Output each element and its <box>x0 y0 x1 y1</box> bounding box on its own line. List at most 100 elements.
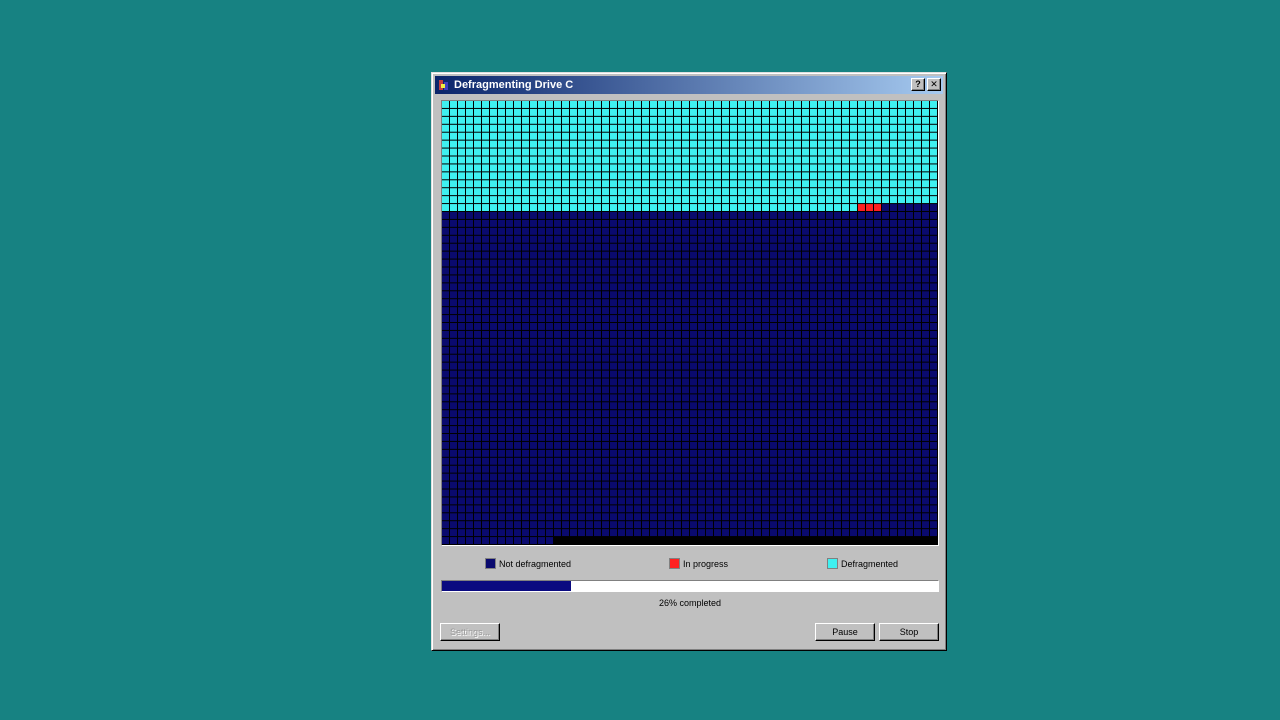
cluster-cell <box>522 497 529 505</box>
cluster-cell <box>698 156 705 164</box>
cluster-cell <box>898 219 905 227</box>
cluster-cell <box>554 275 561 283</box>
cluster-cell <box>850 362 857 370</box>
cluster-cell <box>786 148 793 156</box>
cluster-cell <box>682 243 689 251</box>
cluster-cell <box>450 449 457 457</box>
cluster-cell <box>930 489 937 497</box>
cluster-cell <box>474 521 481 529</box>
cluster-cell <box>682 330 689 338</box>
cluster-cell <box>922 537 929 544</box>
cluster-cell <box>498 338 505 346</box>
cluster-cell <box>562 124 569 132</box>
cluster-cell <box>538 196 545 204</box>
cluster-cell <box>578 267 585 275</box>
cluster-cell <box>682 354 689 362</box>
cluster-cell <box>746 378 753 386</box>
cluster-cell <box>450 465 457 473</box>
cluster-cell <box>506 537 513 544</box>
cluster-cell <box>442 227 449 235</box>
close-button[interactable]: ✕ <box>927 78 941 91</box>
cluster-cell <box>810 299 817 307</box>
cluster-cell <box>442 465 449 473</box>
cluster-cell <box>498 489 505 497</box>
cluster-cell <box>546 394 553 402</box>
cluster-cell <box>738 457 745 465</box>
cluster-cell <box>514 330 521 338</box>
cluster-cell <box>906 346 913 354</box>
cluster-cell <box>474 323 481 330</box>
cluster-cell <box>666 307 673 315</box>
cluster-cell <box>530 116 537 124</box>
cluster-cell <box>482 283 489 291</box>
cluster-cell <box>634 449 641 457</box>
cluster-cell <box>890 323 897 330</box>
cluster-cell <box>874 394 881 402</box>
cluster-cell <box>674 481 681 489</box>
cluster-cell <box>906 410 913 418</box>
cluster-cell <box>626 299 633 307</box>
cluster-cell <box>794 537 801 544</box>
cluster-cell <box>634 227 641 235</box>
cluster-cell <box>490 473 497 481</box>
cluster-cell <box>594 156 601 164</box>
cluster-cell <box>786 219 793 227</box>
cluster-cell <box>538 267 545 275</box>
cluster-cell <box>530 505 537 513</box>
cluster-cell <box>930 473 937 481</box>
cluster-cell <box>930 323 937 330</box>
cluster-cell <box>674 204 681 211</box>
cluster-cell <box>626 116 633 124</box>
cluster-cell <box>730 219 737 227</box>
cluster-cell <box>626 156 633 164</box>
cluster-cell <box>618 227 625 235</box>
cluster-cell <box>674 219 681 227</box>
cluster-cell <box>506 299 513 307</box>
cluster-cell <box>634 299 641 307</box>
cluster-cell <box>922 283 929 291</box>
cluster-cell <box>858 402 865 410</box>
cluster-cell <box>794 489 801 497</box>
cluster-cell <box>842 537 849 544</box>
cluster-cell <box>682 204 689 211</box>
cluster-cell <box>546 315 553 322</box>
cluster-cell <box>738 370 745 378</box>
cluster-cell <box>634 180 641 188</box>
cluster-cell <box>490 323 497 330</box>
cluster-cell <box>570 156 577 164</box>
help-button[interactable]: ? <box>911 78 925 91</box>
cluster-cell <box>706 219 713 227</box>
cluster-cell <box>530 418 537 426</box>
cluster-cell <box>898 212 905 219</box>
cluster-cell <box>826 354 833 362</box>
pause-button[interactable]: Pause <box>815 623 875 641</box>
cluster-cell <box>586 481 593 489</box>
cluster-cell <box>658 434 665 441</box>
cluster-cell <box>658 497 665 505</box>
cluster-cell <box>674 521 681 529</box>
cluster-cell <box>866 434 873 441</box>
cluster-cell <box>562 418 569 426</box>
cluster-cell <box>506 116 513 124</box>
cluster-cell <box>546 124 553 132</box>
cluster-cell <box>666 124 673 132</box>
cluster-cell <box>618 291 625 299</box>
cluster-cell <box>722 204 729 211</box>
cluster-cell <box>714 354 721 362</box>
cluster-cell <box>466 410 473 418</box>
cluster-cell <box>842 394 849 402</box>
settings-button[interactable]: Settings... <box>440 623 500 641</box>
title-bar[interactable]: Defragmenting Drive C ? ✕ <box>435 76 943 94</box>
cluster-cell <box>810 180 817 188</box>
stop-button[interactable]: Stop <box>879 623 939 641</box>
cluster-cell <box>602 370 609 378</box>
cluster-cell <box>530 513 537 521</box>
cluster-cell <box>482 434 489 441</box>
cluster-cell <box>658 204 665 211</box>
cluster-cell <box>490 299 497 307</box>
cluster-cell <box>626 338 633 346</box>
cluster-cell <box>514 283 521 291</box>
cluster-cell <box>906 354 913 362</box>
cluster-cell <box>658 164 665 172</box>
cluster-cell <box>674 243 681 251</box>
